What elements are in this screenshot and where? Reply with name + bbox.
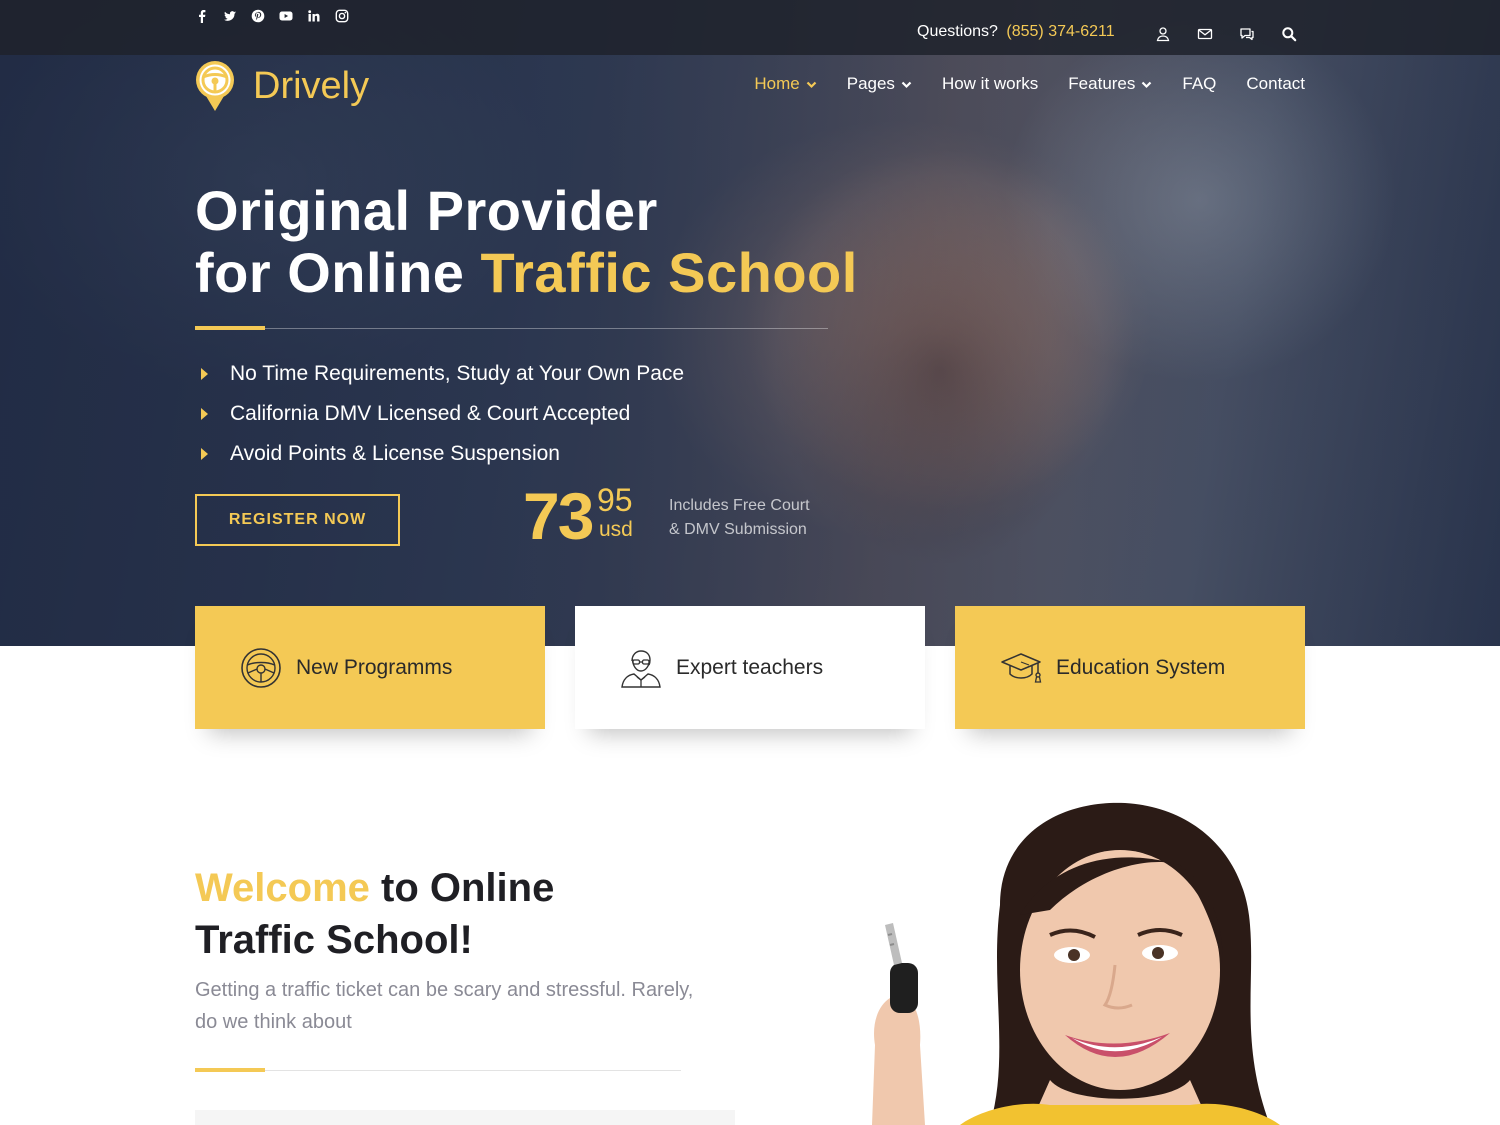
feature-cards: New Programms Expert teachers Education … xyxy=(195,606,1305,729)
welcome-title-line2: Traffic School! xyxy=(195,918,473,962)
card-label: New Programms xyxy=(296,655,453,679)
nav-item-pages[interactable]: Pages xyxy=(847,74,912,94)
main-navigation: Home Pages How it works Features FAQ Con… xyxy=(754,74,1305,94)
hero-title-line1: Original Provider xyxy=(195,179,658,242)
register-now-button[interactable]: REGISTER NOW xyxy=(195,494,400,546)
mail-icon[interactable] xyxy=(1197,26,1213,42)
phone-link[interactable]: (855) 374-6211 xyxy=(1006,23,1114,40)
nav-item-how-it-works[interactable]: How it works xyxy=(942,74,1038,94)
twitter-icon[interactable] xyxy=(223,9,237,23)
price-note: Includes Free Court & DMV Submission xyxy=(669,494,810,542)
pinterest-icon[interactable] xyxy=(251,9,265,23)
hero-divider xyxy=(195,326,828,330)
nav-item-contact[interactable]: Contact xyxy=(1246,74,1305,94)
caret-right-icon xyxy=(195,367,230,381)
card-label: Expert teachers xyxy=(676,655,824,679)
top-bar: Questions? (855) 374-6211 xyxy=(0,0,1500,55)
nav-item-home[interactable]: Home xyxy=(754,74,817,94)
woman-with-car-keys-image xyxy=(872,802,1280,1125)
nav-item-label: How it works xyxy=(941,74,1039,93)
hero-feature-list: No Time Requirements, Study at Your Own … xyxy=(195,354,684,474)
chevron-down-icon xyxy=(1141,79,1152,90)
user-icon[interactable] xyxy=(1155,26,1171,42)
instagram-icon[interactable] xyxy=(335,9,349,23)
graduation-cap-icon xyxy=(1000,647,1042,689)
welcome-text: Getting a traffic ticket can be scary an… xyxy=(195,979,694,1033)
price-note-line1: Includes Free Court xyxy=(669,497,810,514)
nav-item-features[interactable]: Features xyxy=(1068,74,1152,94)
list-item: California DMV Licensed & Court Accepted xyxy=(195,394,684,434)
caret-right-icon xyxy=(195,407,230,421)
feature-text: California DMV Licensed & Court Accepted xyxy=(230,402,631,425)
logo-icon xyxy=(196,61,234,111)
welcome-divider xyxy=(195,1068,681,1072)
welcome-title: Welcome to Online Traffic School! xyxy=(195,862,554,966)
content-box-top xyxy=(195,1110,735,1125)
card-education-system[interactable]: Education System xyxy=(955,606,1305,729)
card-expert-teachers[interactable]: Expert teachers xyxy=(575,606,925,729)
nav-item-label: FAQ xyxy=(1182,74,1217,93)
search-icon[interactable] xyxy=(1281,26,1297,42)
hero-title-line2: for Online xyxy=(195,241,465,304)
card-new-programms[interactable]: New Programms xyxy=(195,606,545,729)
welcome-title-rest: to Online xyxy=(381,866,555,910)
linkedin-icon[interactable] xyxy=(307,9,321,23)
brand-name: Drively xyxy=(253,64,370,107)
list-item: No Time Requirements, Study at Your Own … xyxy=(195,354,684,394)
list-item: Avoid Points & License Suspension xyxy=(195,434,684,474)
youtube-icon[interactable] xyxy=(279,9,293,23)
nav-item-label: Home xyxy=(754,74,800,93)
hero-title-highlight: Traffic School xyxy=(480,241,858,304)
steering-wheel-icon xyxy=(240,647,282,689)
facebook-icon[interactable] xyxy=(195,9,209,23)
social-links xyxy=(195,9,349,23)
brand-logo[interactable]: Drively xyxy=(195,60,369,112)
price-main: 73 xyxy=(523,479,594,553)
caret-right-icon xyxy=(195,447,230,461)
price-currency: usd xyxy=(599,518,633,541)
nav-item-faq[interactable]: FAQ xyxy=(1182,74,1216,94)
chat-icon[interactable] xyxy=(1239,26,1255,42)
price-note-line2: & DMV Submission xyxy=(669,521,807,538)
nav-item-label: Pages xyxy=(846,74,895,93)
welcome-title-highlight: Welcome xyxy=(195,866,370,910)
chevron-down-icon xyxy=(901,79,912,90)
teacher-icon xyxy=(620,647,662,689)
card-label: Education System xyxy=(1056,655,1226,679)
hero-title: Original Provider for Online Traffic Sch… xyxy=(195,180,858,304)
price-cents: 95 xyxy=(597,482,633,518)
nav-item-label: Features xyxy=(1068,74,1136,93)
chevron-down-icon xyxy=(806,79,817,90)
feature-text: Avoid Points & License Suspension xyxy=(230,442,560,465)
questions-label: Questions? xyxy=(917,23,998,40)
contact-question: Questions? (855) 374-6211 xyxy=(917,23,1115,41)
feature-text: No Time Requirements, Study at Your Own … xyxy=(230,362,685,385)
top-action-icons xyxy=(1155,26,1297,42)
nav-item-label: Contact xyxy=(1246,74,1305,93)
